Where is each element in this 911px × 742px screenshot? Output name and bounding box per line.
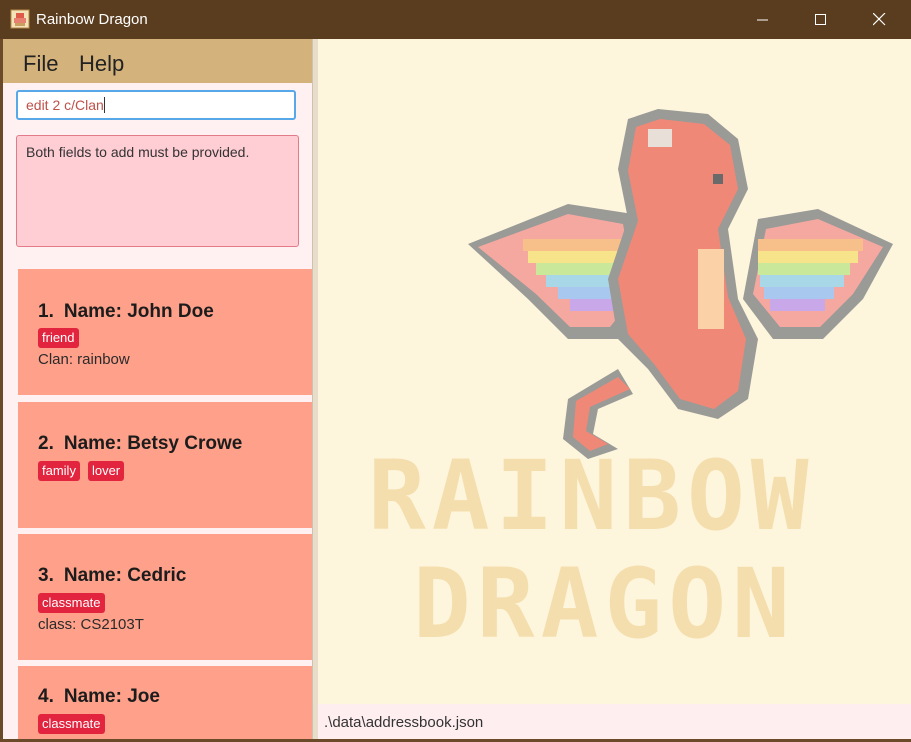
tag: lover bbox=[87, 461, 125, 481]
menu-file[interactable]: File bbox=[23, 51, 58, 77]
person-class: class: CS2103T bbox=[38, 616, 144, 633]
tag: family bbox=[38, 461, 80, 481]
person-name-text: Name: Joe bbox=[63, 686, 160, 707]
menu-bar: File Help bbox=[3, 39, 312, 83]
menu-help[interactable]: Help bbox=[79, 51, 124, 77]
tag-list: friend bbox=[38, 328, 79, 348]
rainbow-dragon-logo: RAINBOW DRAGON bbox=[368, 109, 893, 660]
person-index: 3. bbox=[38, 565, 54, 586]
person-card[interactable]: 4. Name: Joe classmate bbox=[18, 666, 312, 739]
result-message: Both fields to add must be provided. bbox=[26, 144, 250, 160]
person-card[interactable]: 3. Name: Cedric classmate class: CS2103T bbox=[18, 534, 312, 660]
close-button[interactable] bbox=[850, 0, 908, 39]
person-name-text: Name: Betsy Crowe bbox=[63, 433, 243, 454]
person-index: 2. bbox=[38, 433, 54, 454]
person-card[interactable]: 1. Name: John Doe friend Clan: rainbow bbox=[18, 269, 312, 395]
logo-line-1: RAINBOW bbox=[368, 440, 815, 552]
tag: classmate bbox=[38, 714, 105, 734]
tag-list: classmate bbox=[38, 593, 105, 613]
logo-pane: RAINBOW DRAGON bbox=[318, 39, 911, 704]
logo-line-2: DRAGON bbox=[413, 548, 796, 660]
text-caret bbox=[103, 97, 105, 113]
right-wing-shape bbox=[743, 209, 893, 339]
person-name: 2. Name: Betsy Crowe bbox=[38, 433, 242, 455]
command-input-text: edit 2 c/Clan bbox=[26, 97, 104, 113]
window-title: Rainbow Dragon bbox=[36, 11, 148, 28]
tag-list: family lover bbox=[38, 461, 125, 481]
maximize-icon bbox=[815, 13, 826, 25]
person-name: 1. Name: John Doe bbox=[38, 301, 214, 323]
person-name-text: Name: Cedric bbox=[63, 565, 187, 586]
app-dragon-icon bbox=[10, 9, 30, 29]
tag: classmate bbox=[38, 593, 105, 613]
title-bar: Rainbow Dragon bbox=[0, 0, 911, 39]
tag: friend bbox=[38, 328, 79, 348]
result-display: Both fields to add must be provided. bbox=[16, 135, 299, 247]
tag-list: classmate bbox=[38, 714, 105, 734]
maximize-button[interactable] bbox=[792, 0, 850, 39]
minimize-button[interactable] bbox=[734, 0, 792, 39]
person-index: 1. bbox=[38, 301, 54, 322]
person-name: 4. Name: Joe bbox=[38, 686, 160, 708]
command-input[interactable]: edit 2 c/Clan bbox=[16, 90, 296, 120]
left-pane: File Help edit 2 c/Clan Both fields to a… bbox=[3, 39, 312, 739]
person-index: 4. bbox=[38, 686, 54, 707]
person-clan: Clan: rainbow bbox=[38, 351, 130, 368]
person-card[interactable]: 2. Name: Betsy Crowe family lover bbox=[18, 402, 312, 528]
person-name-text: Name: John Doe bbox=[63, 301, 214, 322]
person-name: 3. Name: Cedric bbox=[38, 565, 186, 587]
close-icon bbox=[872, 13, 885, 26]
minimize-icon bbox=[757, 19, 768, 20]
status-bar: .\data\addressbook.json bbox=[318, 704, 911, 742]
save-location: .\data\addressbook.json bbox=[324, 714, 484, 731]
